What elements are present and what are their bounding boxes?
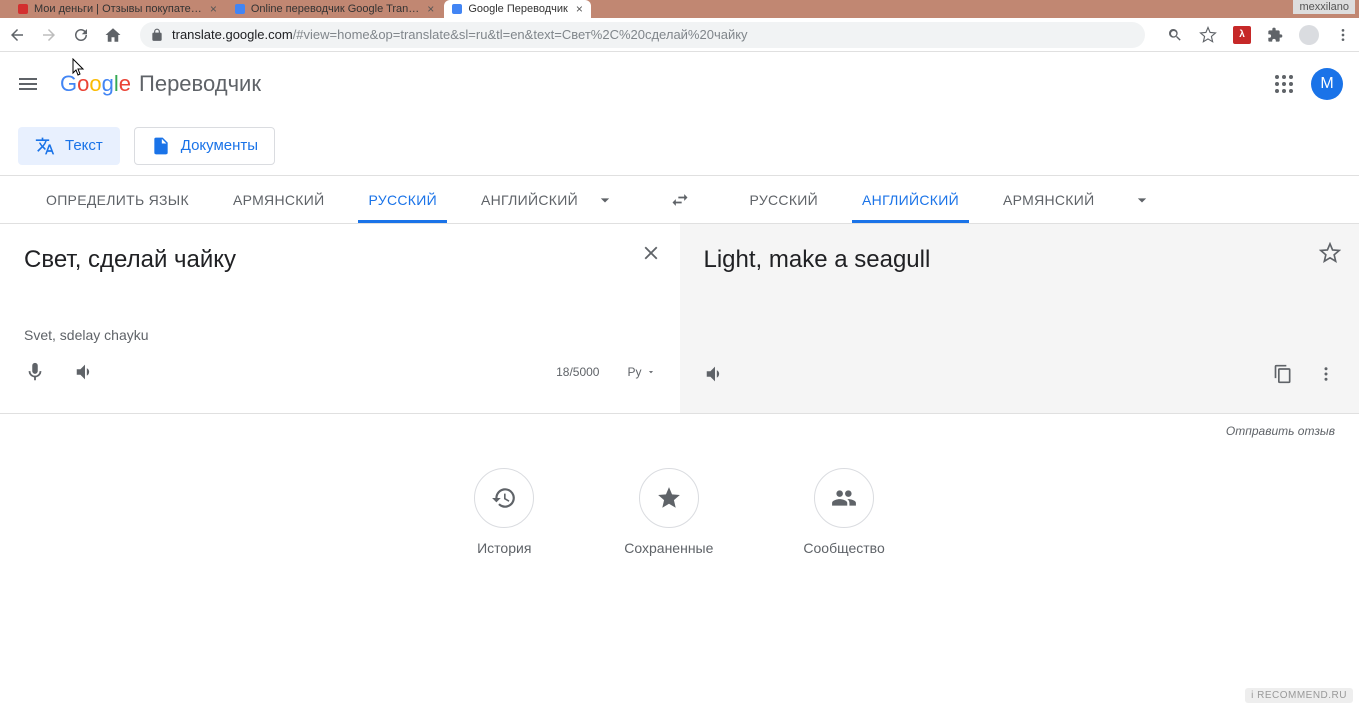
app-header: Google Переводчик M (0, 52, 1359, 116)
save-translation-button[interactable] (1319, 242, 1341, 264)
logo-letter: e (119, 71, 131, 96)
tab-title: Мои деньги | Отзывы покупате… (34, 3, 202, 15)
send-feedback-link[interactable]: Отправить отзыв (0, 414, 1359, 448)
logo-letter: o (77, 71, 89, 96)
lang-source-english[interactable]: АНГЛИЙСКИЙ (459, 176, 579, 223)
close-icon[interactable]: × (427, 2, 434, 16)
lang-source-russian[interactable]: РУССКИЙ (346, 176, 459, 223)
tab-title: Online переводчик Google Tran… (251, 3, 419, 15)
watermark: i RECOMMEND.RU (1245, 688, 1353, 703)
browser-tab[interactable]: Мои деньги | Отзывы покупате… × (10, 0, 225, 18)
chrome-menu-icon[interactable] (1335, 27, 1351, 43)
address-bar[interactable]: translate.google.com/#view=home&op=trans… (140, 22, 1145, 48)
keyboard-label: Ру (627, 365, 641, 379)
lang-target-english[interactable]: АНГЛИЙСКИЙ (840, 176, 981, 223)
mode-docs-button[interactable]: Документы (134, 127, 275, 165)
community-icon (814, 468, 874, 528)
source-pane: Свет, сделай чайку Svet, sdelay chayku 1… (0, 224, 680, 413)
star-icon (639, 468, 699, 528)
browser-tab-strip: Мои деньги | Отзывы покупате… × Online п… (0, 0, 1359, 18)
keyboard-toggle[interactable]: Ру (627, 365, 655, 379)
saved-label: Сохраненные (624, 540, 713, 556)
source-lang-more-icon[interactable] (579, 190, 631, 210)
profile-avatar-icon[interactable] (1299, 25, 1319, 45)
community-label: Сообщество (803, 540, 884, 556)
app-title: Переводчик (139, 71, 261, 97)
close-icon[interactable]: × (210, 2, 217, 16)
history-action[interactable]: История (474, 468, 534, 556)
logo-letter: g (102, 71, 114, 96)
target-pane: Light, make a seagull (680, 224, 1359, 413)
browser-toolbar: translate.google.com/#view=home&op=trans… (0, 18, 1359, 52)
target-text-output: Light, make a seagull (704, 244, 1336, 275)
mode-text-label: Текст (65, 137, 103, 154)
tab-title: Google Переводчик (468, 3, 568, 15)
source-languages: ОПРЕДЕЛИТЬ ЯЗЫК АРМЯНСКИЙ РУССКИЙ АНГЛИЙ… (0, 176, 656, 223)
user-avatar[interactable]: M (1311, 68, 1343, 100)
bookmark-star-icon[interactable] (1199, 26, 1217, 44)
lock-icon (150, 28, 164, 42)
saved-action[interactable]: Сохраненные (624, 468, 713, 556)
tab-favicon (452, 4, 462, 14)
language-bar: ОПРЕДЕЛИТЬ ЯЗЫК АРМЯНСКИЙ РУССКИЙ АНГЛИЙ… (0, 176, 1359, 224)
profile-label[interactable]: mexxilano (1293, 0, 1355, 14)
lang-detect[interactable]: ОПРЕДЕЛИТЬ ЯЗЫК (24, 176, 211, 223)
character-count: 18/5000 (556, 365, 599, 379)
tab-favicon (18, 4, 28, 14)
tab-favicon (235, 4, 245, 14)
browser-tab[interactable]: Online переводчик Google Tran… × (227, 0, 442, 18)
quick-actions: История Сохраненные Сообщество (0, 468, 1359, 556)
lang-source-armenian[interactable]: АРМЯНСКИЙ (211, 176, 347, 223)
google-logo[interactable]: Google Переводчик (60, 71, 261, 97)
more-options-icon[interactable] (1317, 365, 1335, 383)
url-path: /#view=home&op=translate&sl=ru&tl=en&tex… (293, 27, 748, 42)
close-icon[interactable]: × (576, 2, 583, 16)
copy-button[interactable] (1273, 364, 1293, 384)
forward-button[interactable] (40, 26, 58, 44)
history-icon (474, 468, 534, 528)
swap-languages-button[interactable] (656, 190, 704, 210)
pdf-extension-icon[interactable]: λ (1233, 26, 1251, 44)
target-languages: РУССКИЙ АНГЛИЙСКИЙ АРМЯНСКИЙ (704, 176, 1359, 223)
lang-target-russian[interactable]: РУССКИЙ (728, 176, 841, 223)
target-lang-more-icon[interactable] (1116, 190, 1168, 210)
reload-button[interactable] (72, 26, 90, 44)
transliteration: Svet, sdelay chayku (24, 327, 656, 343)
listen-source-button[interactable] (74, 361, 96, 383)
logo-letter: G (60, 71, 77, 96)
mode-bar: Текст Документы (0, 116, 1359, 176)
listen-target-button[interactable] (704, 363, 726, 385)
url-host: translate.google.com (172, 27, 293, 42)
browser-tab-active[interactable]: Google Переводчик × (444, 0, 591, 18)
extensions-icon[interactable] (1267, 27, 1283, 43)
lang-target-armenian[interactable]: АРМЯНСКИЙ (981, 176, 1117, 223)
translation-area: Свет, сделай чайку Svet, sdelay chayku 1… (0, 224, 1359, 414)
google-apps-icon[interactable] (1275, 75, 1293, 93)
mic-button[interactable] (24, 361, 46, 383)
logo-letter: o (89, 71, 101, 96)
source-text-input[interactable]: Свет, сделай чайку (24, 244, 656, 275)
history-label: История (477, 540, 531, 556)
hamburger-menu-icon[interactable] (16, 72, 40, 96)
mode-docs-label: Документы (181, 137, 258, 154)
home-button[interactable] (104, 26, 122, 44)
clear-input-button[interactable] (640, 242, 662, 264)
community-action[interactable]: Сообщество (803, 468, 884, 556)
zoom-icon[interactable] (1167, 27, 1183, 43)
mode-text-button[interactable]: Текст (18, 127, 120, 165)
back-button[interactable] (8, 26, 26, 44)
